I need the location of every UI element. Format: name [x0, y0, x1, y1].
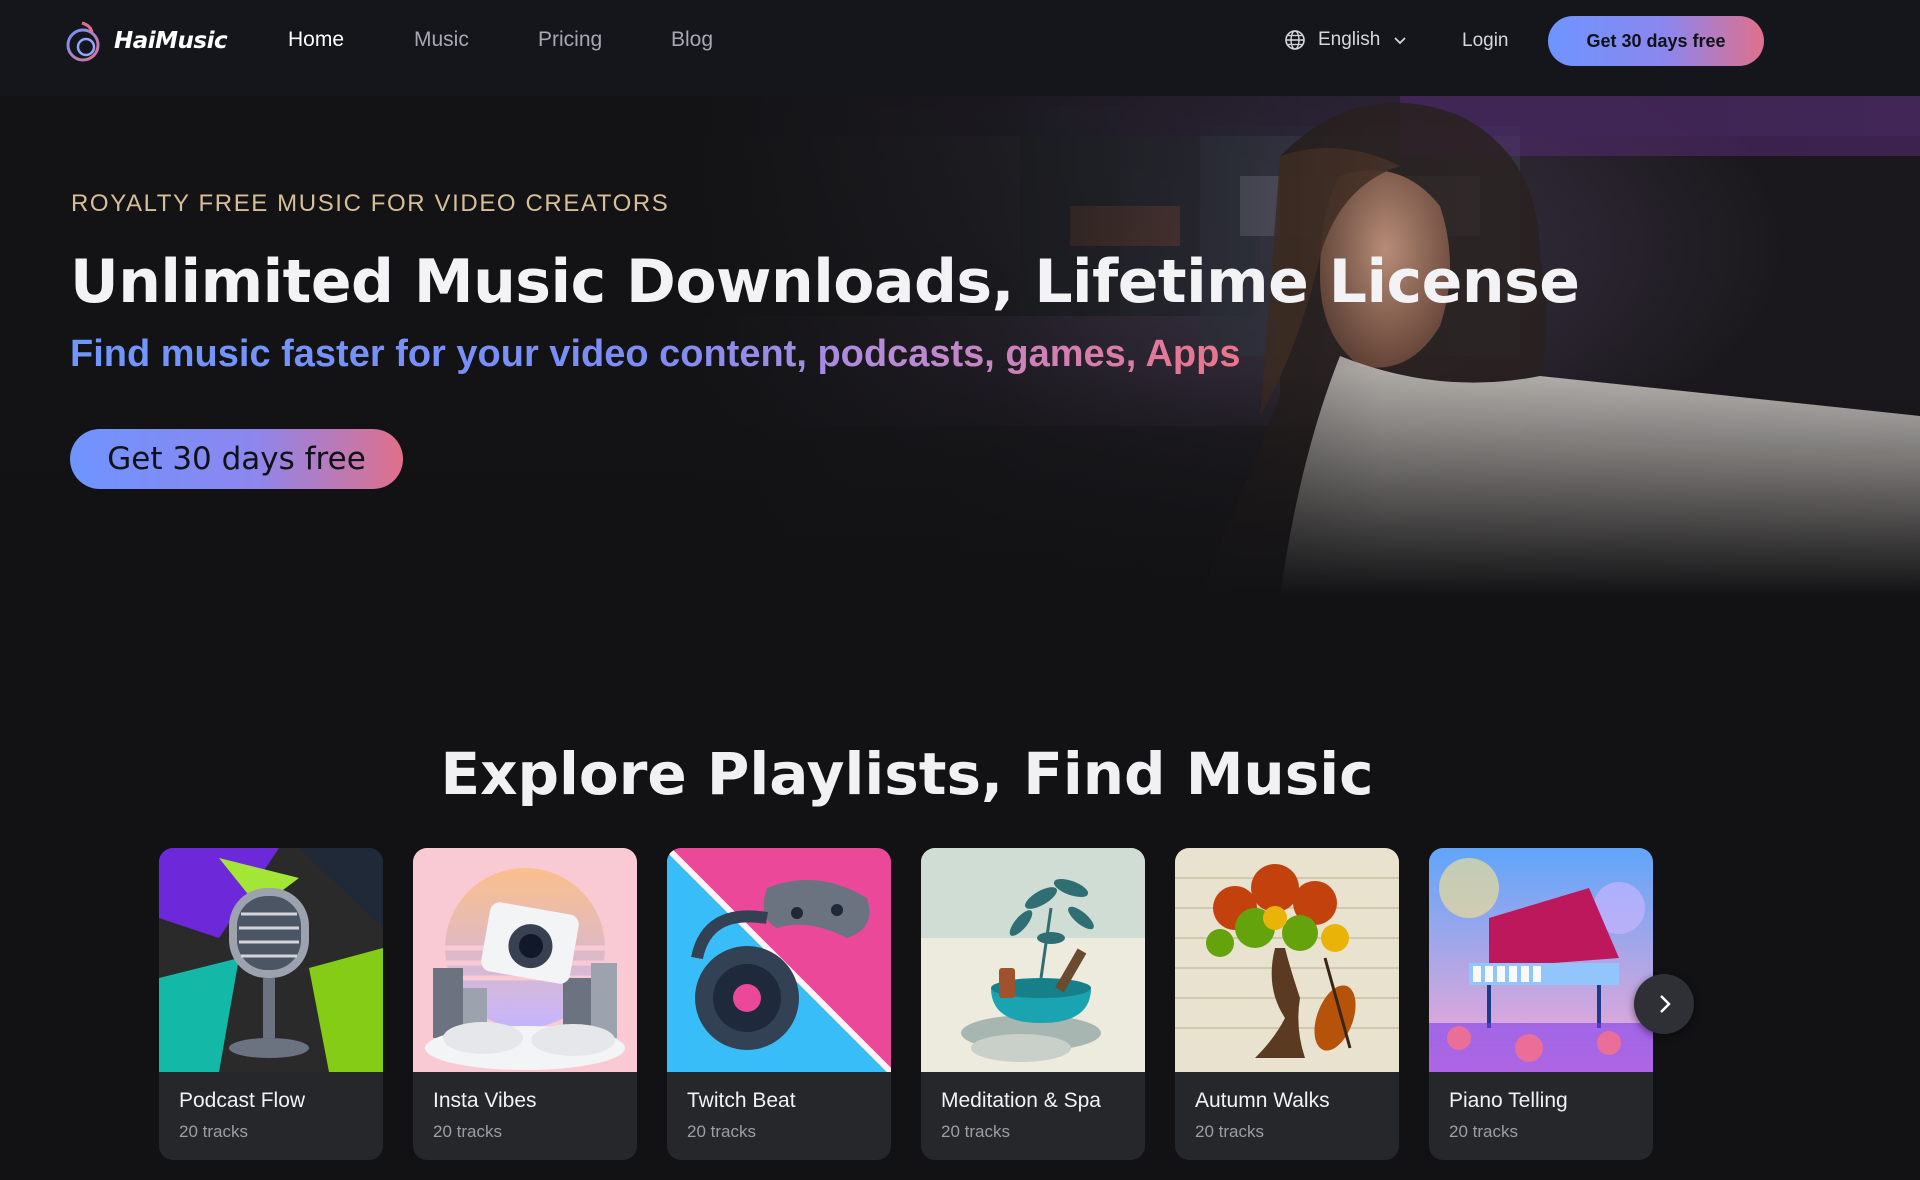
music-note-icon: [66, 21, 100, 62]
playlist-track-count: 20 tracks: [1195, 1122, 1264, 1141]
hero-eyebrow: ROYALTY FREE MUSIC FOR VIDEO CREATORS: [71, 190, 670, 217]
top-navigation: HaiMusic Home Music Pricing Blog English…: [0, 0, 1920, 96]
playlist-cover-insta-vibes: [413, 848, 637, 1072]
chevron-down-icon: [1394, 37, 1406, 45]
nav-link-blog[interactable]: Blog: [671, 28, 713, 52]
playlist-track-count: 20 tracks: [179, 1122, 248, 1141]
language-selector[interactable]: English: [1284, 29, 1408, 51]
playlist-cover-twitch-beat: [667, 848, 891, 1072]
nav-get-30-days-free-button[interactable]: Get 30 days free: [1548, 16, 1764, 66]
playlist-cover-meditation-spa: [921, 848, 1145, 1072]
playlist-title: Piano Telling: [1449, 1089, 1568, 1112]
playlist-cover-autumn-walks: [1175, 848, 1399, 1072]
brand-name: HaiMusic: [114, 28, 228, 54]
playlist-card-twitch-beat[interactable]: Twitch Beat 20 tracks: [667, 848, 891, 1160]
playlist-card-autumn-walks[interactable]: Autumn Walks 20 tracks: [1175, 848, 1399, 1160]
login-link[interactable]: Login: [1462, 30, 1509, 52]
playlist-card-piano-telling[interactable]: Piano Telling 20 tracks: [1429, 848, 1653, 1160]
playlist-title: Autumn Walks: [1195, 1089, 1330, 1112]
playlist-title: Podcast Flow: [179, 1089, 306, 1112]
playlist-cover-piano-telling: [1429, 848, 1653, 1072]
playlist-track-count: 20 tracks: [433, 1122, 502, 1141]
carousel-next-button[interactable]: [1634, 974, 1694, 1034]
playlist-carousel: Podcast Flow 20 tracks Insta Vibes 20 tr…: [159, 848, 1759, 1160]
playlists-title: Explore Playlists, Find Music: [440, 740, 1374, 808]
playlist-track-count: 20 tracks: [687, 1122, 756, 1141]
playlist-title: Twitch Beat: [687, 1089, 796, 1112]
nav-link-music[interactable]: Music: [414, 28, 469, 52]
playlist-card-insta-vibes[interactable]: Insta Vibes 20 tracks: [413, 848, 637, 1160]
playlist-track-count: 20 tracks: [1449, 1122, 1518, 1141]
playlist-title: Meditation & Spa: [941, 1089, 1101, 1112]
playlist-card-podcast-flow[interactable]: Podcast Flow 20 tracks: [159, 848, 383, 1160]
playlist-title: Insta Vibes: [433, 1089, 537, 1112]
chevron-right-icon: [1660, 995, 1671, 1013]
hero-headline: Unlimited Music Downloads, Lifetime Lice…: [70, 247, 1580, 317]
playlist-card-meditation-spa[interactable]: Meditation & Spa 20 tracks: [921, 848, 1145, 1160]
globe-icon: [1285, 30, 1305, 50]
language-label: English: [1318, 29, 1381, 50]
playlist-track-count: 20 tracks: [941, 1122, 1010, 1141]
playlist-cover-podcast-flow: [159, 848, 383, 1072]
hero-subheadline: Find music faster for your video content…: [70, 333, 1241, 375]
nav-link-home[interactable]: Home: [288, 28, 344, 52]
hero-get-30-days-free-button[interactable]: Get 30 days free: [70, 429, 403, 489]
brand-logo[interactable]: HaiMusic: [62, 16, 228, 66]
nav-link-pricing[interactable]: Pricing: [538, 28, 602, 52]
